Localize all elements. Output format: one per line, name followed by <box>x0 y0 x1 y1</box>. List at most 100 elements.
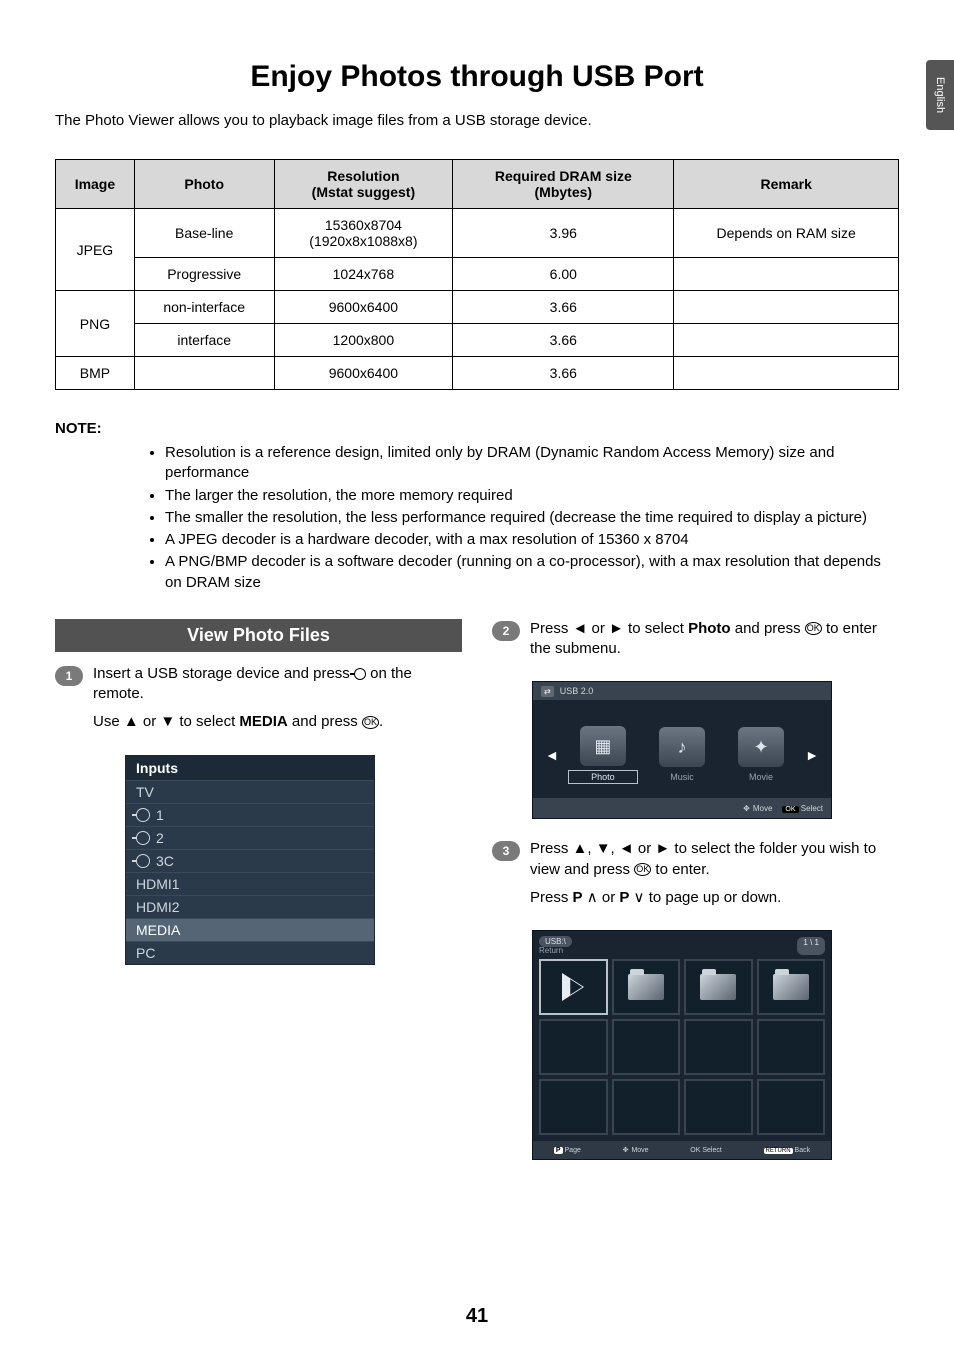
usb-strip: ⇄ USB 2.0 <box>533 682 831 700</box>
left-arrow-icon[interactable]: ◄ <box>545 747 559 763</box>
grid-cell-folder[interactable] <box>684 959 753 1015</box>
step-1: 1 Insert a USB storage device and press … <box>55 664 462 741</box>
cell: JPEG <box>56 209 135 291</box>
legend-bar: Move OK Select <box>533 798 831 818</box>
legend-move: Move <box>743 804 772 813</box>
music-icon: ♪ <box>659 727 705 767</box>
th-image: Image <box>56 160 135 209</box>
step2-text: Press ◄ or ► to select Photo and press O… <box>530 619 899 660</box>
legend-select: OK Select <box>782 804 823 813</box>
media-label: Photo <box>568 770 638 784</box>
ok-icon: OK <box>634 863 651 876</box>
cell: 3.66 <box>453 324 674 357</box>
menu-item-hdmi1[interactable]: HDMI1 <box>126 872 374 895</box>
step-badge-2: 2 <box>492 621 520 641</box>
cell <box>674 324 899 357</box>
cell: 6.00 <box>453 258 674 291</box>
intro-text: The Photo Viewer allows you to playback … <box>55 112 899 129</box>
folder-icon <box>773 974 809 1000</box>
grid-cell-empty <box>612 1079 681 1135</box>
grid-cell-empty <box>757 1019 826 1075</box>
note-label: NOTE: <box>55 420 899 437</box>
language-tab: English <box>926 60 954 130</box>
note-item: The smaller the resolution, the less per… <box>165 508 889 528</box>
menu-item-hdmi2[interactable]: HDMI2 <box>126 895 374 918</box>
cell: 3.96 <box>453 209 674 258</box>
grid-cell-empty <box>539 1079 608 1135</box>
folder-icon <box>700 974 736 1000</box>
cell <box>134 357 274 390</box>
menu-item-av1[interactable]: 1 <box>126 803 374 826</box>
inputs-menu: Inputs TV 1 2 3C HDMI1 HDMI2 MEDIA PC <box>125 755 375 965</box>
cell <box>674 291 899 324</box>
step-badge-3: 3 <box>492 841 520 861</box>
cell <box>674 357 899 390</box>
note-item: Resolution is a reference design, limite… <box>165 443 889 484</box>
cell: 1200x800 <box>274 324 453 357</box>
usb-icon: ⇄ <box>541 686 554 697</box>
right-arrow-icon[interactable]: ► <box>805 747 819 763</box>
grid-cell-empty <box>539 1019 608 1075</box>
grid-cell-empty <box>612 1019 681 1075</box>
cell: 1024x768 <box>274 258 453 291</box>
media-label: Movie <box>726 771 796 783</box>
section-heading: View Photo Files <box>55 619 462 652</box>
menu-item-av2[interactable]: 2 <box>126 826 374 849</box>
cell: Base-line <box>134 209 274 258</box>
media-label: Music <box>647 771 717 783</box>
note-item: A PNG/BMP decoder is a software decoder … <box>165 552 889 593</box>
menu-item-media[interactable]: MEDIA <box>126 918 374 941</box>
ok-icon: OK <box>805 622 822 635</box>
step1-line1: Insert a USB storage device and press on… <box>93 664 462 705</box>
step3-line1: Press ▲, ▼, ◄ or ► to select the folder … <box>530 839 899 880</box>
grid-cell-empty <box>757 1079 826 1135</box>
spec-table: Image Photo Resolution (Mstat suggest) R… <box>55 159 899 390</box>
cell: interface <box>134 324 274 357</box>
media-select-screen: ⇄ USB 2.0 ◄ ▦ Photo ♪ Music ✦ Movie ► <box>532 681 832 819</box>
media-item-music[interactable]: ♪ Music <box>647 727 717 783</box>
grid-cell-empty <box>684 1019 753 1075</box>
grid-cell-folder[interactable] <box>612 959 681 1015</box>
page-number: 41 <box>0 1305 954 1328</box>
th-photo: Photo <box>134 160 274 209</box>
menu-item-tv[interactable]: TV <box>126 780 374 803</box>
cell: 9600x6400 <box>274 357 453 390</box>
menu-item-av3c[interactable]: 3C <box>126 849 374 872</box>
folder-grid-screen: USB:\ Return 1 \ 1 PPage <box>532 930 832 1160</box>
cell: 3.66 <box>453 291 674 324</box>
return-arrow-icon <box>562 973 584 1001</box>
grid-cell-return[interactable] <box>539 959 608 1015</box>
media-item-movie[interactable]: ✦ Movie <box>726 727 796 783</box>
grid-legend: PPage Move OK Select RETURNBack <box>533 1141 831 1159</box>
menu-item-pc[interactable]: PC <box>126 941 374 964</box>
av-icon <box>136 808 150 822</box>
page-title: Enjoy Photos through USB Port <box>55 60 899 94</box>
step-2: 2 Press ◄ or ► to select Photo and press… <box>492 619 899 668</box>
page-indicator: 1 \ 1 <box>797 937 825 955</box>
cell: Depends on RAM size <box>674 209 899 258</box>
note-item: The larger the resolution, the more memo… <box>165 486 889 506</box>
step-badge-1: 1 <box>55 666 83 686</box>
breadcrumb: USB:\ Return <box>539 937 572 955</box>
note-item: A JPEG decoder is a hardware decoder, wi… <box>165 530 889 550</box>
cell <box>674 258 899 291</box>
photo-icon: ▦ <box>580 726 626 766</box>
movie-icon: ✦ <box>738 727 784 767</box>
th-dram: Required DRAM size (Mbytes) <box>453 160 674 209</box>
av-icon <box>136 854 150 868</box>
av-icon <box>136 831 150 845</box>
ok-icon: OK <box>362 716 379 729</box>
grid-cell-folder[interactable] <box>757 959 826 1015</box>
th-remark: Remark <box>674 160 899 209</box>
inputs-header: Inputs <box>126 756 374 780</box>
cell: 9600x6400 <box>274 291 453 324</box>
folder-icon <box>628 974 664 1000</box>
usb-label: USB 2.0 <box>560 686 594 696</box>
cell: 15360x8704 (1920x8x1088x8) <box>274 209 453 258</box>
step1-line2: Use ▲ or ▼ to select MEDIA and press OK. <box>93 712 462 732</box>
cell: 3.66 <box>453 357 674 390</box>
media-item-photo[interactable]: ▦ Photo <box>568 726 638 784</box>
cell: non-interface <box>134 291 274 324</box>
cell: Progressive <box>134 258 274 291</box>
step3-line2: Press P ∧ or P ∨ to page up or down. <box>530 888 899 908</box>
